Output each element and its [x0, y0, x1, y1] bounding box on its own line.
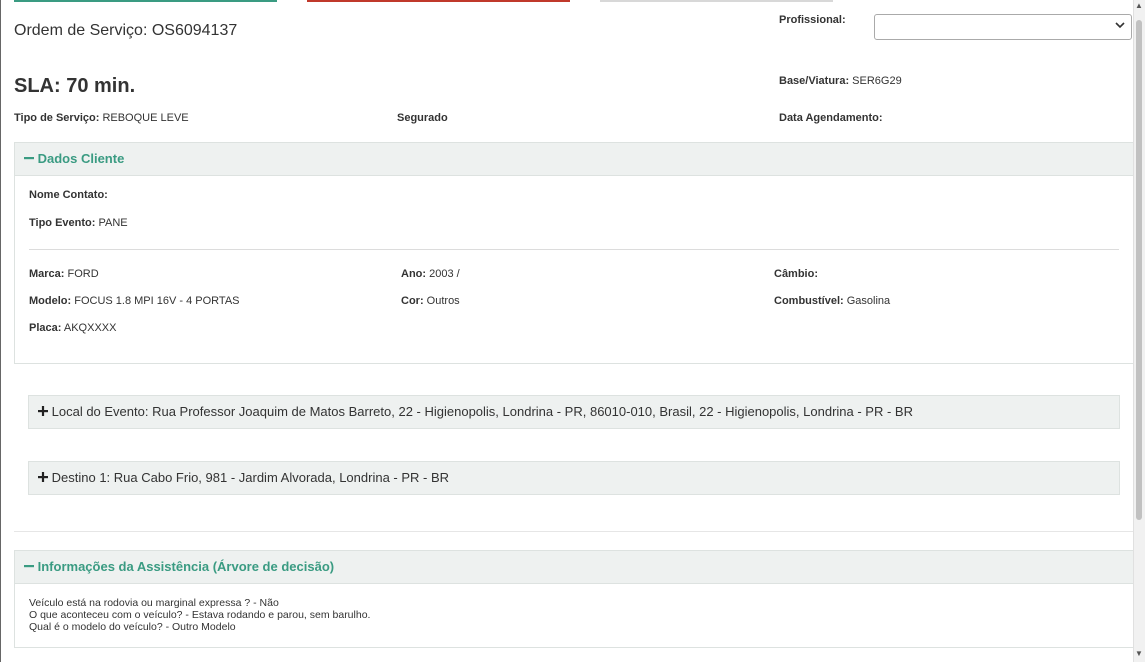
- segurado: Segurado: [397, 112, 448, 124]
- dados-cliente-divider: [29, 249, 1119, 250]
- tipo-evento: Tipo Evento: PANE: [29, 217, 128, 229]
- sla-indicator: SLA: 70 min.: [14, 75, 136, 97]
- marca: Marca: FORD: [29, 268, 99, 280]
- scroll-down-icon[interactable]: ▼: [1135, 650, 1143, 658]
- destino-toggle[interactable]: Destino 1: Rua Cabo Frio, 981 - Jardim A…: [28, 461, 1120, 495]
- scroll-up-icon[interactable]: ▲: [1135, 2, 1143, 10]
- base-viatura: Base/Viatura: SER6G29: [779, 75, 902, 87]
- top-tab-gray[interactable]: [600, 0, 833, 2]
- assistencia-line: Qual é o modelo do veículo? - Outro Mode…: [29, 621, 236, 633]
- assistencia-title: Informações da Assistência (Árvore de de…: [37, 559, 335, 574]
- profissional-label: Profissional:: [779, 14, 846, 26]
- modelo: Modelo: FOCUS 1.8 MPI 16V - 4 PORTAS: [29, 295, 240, 307]
- assistencia-header[interactable]: Informações da Assistência (Árvore de de…: [14, 550, 1134, 584]
- local-evento-toggle[interactable]: Local do Evento: Rua Professor Joaquim d…: [28, 395, 1120, 429]
- profissional-select[interactable]: [874, 14, 1132, 40]
- assistencia-line: Veículo está na rodovia ou marginal expr…: [29, 597, 279, 609]
- dados-cliente-title: Dados Cliente: [37, 151, 125, 166]
- top-tab-red[interactable]: [307, 0, 570, 2]
- local-evento-text: Local do Evento: Rua Professor Joaquim d…: [51, 404, 913, 419]
- assistencia-line: O que aconteceu com o veículo? - Estava …: [29, 609, 371, 621]
- dados-cliente-header[interactable]: Dados Cliente: [14, 142, 1134, 176]
- minus-icon: [24, 151, 38, 166]
- page-title: Ordem de Serviço: OS6094137: [14, 22, 238, 39]
- vertical-scrollbar[interactable]: ▲ ▼: [1133, 0, 1145, 662]
- cambio: Câmbio:: [774, 268, 818, 280]
- window-left-border: [0, 0, 1, 662]
- top-tab-green[interactable]: [14, 0, 277, 2]
- data-agendamento: Data Agendamento:: [779, 112, 883, 124]
- scrollbar-thumb[interactable]: [1136, 20, 1142, 520]
- plus-icon: [38, 404, 52, 419]
- placa: Placa: AKQXXXX: [29, 322, 117, 334]
- combustivel: Combustível: Gasolina: [774, 295, 891, 307]
- tipo-servico: Tipo de Serviço: REBOQUE LEVE: [14, 112, 189, 124]
- chevron-down-icon: [1115, 19, 1125, 33]
- dados-cliente-body: [14, 176, 1134, 364]
- cor: Cor: Outros: [401, 295, 460, 307]
- nome-contato: Nome Contato:: [29, 189, 108, 201]
- plus-icon: [38, 470, 52, 485]
- destino-text: Destino 1: Rua Cabo Frio, 981 - Jardim A…: [51, 470, 450, 485]
- section-divider: [14, 531, 1134, 532]
- ano: Ano: 2003 /: [401, 268, 460, 280]
- minus-icon: [24, 559, 38, 574]
